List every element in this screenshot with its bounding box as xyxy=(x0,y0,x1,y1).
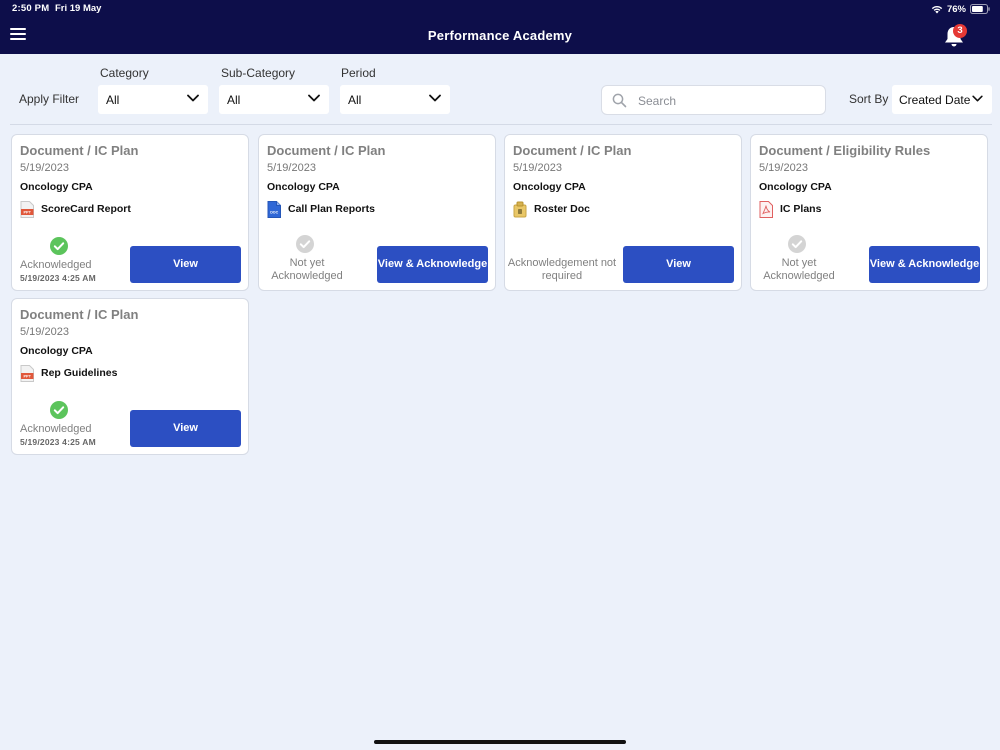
status-indicators: 76% xyxy=(931,2,990,16)
card-title: Document / Eligibility Rules xyxy=(759,143,931,158)
file-name[interactable]: ScoreCard Report xyxy=(41,203,131,215)
status-text: Acknowledged xyxy=(20,259,92,271)
card-date: 5/19/2023 xyxy=(759,162,808,174)
zip-file-icon xyxy=(513,201,527,218)
sub-category-value: All xyxy=(227,93,241,107)
card-product: Oncology CPA xyxy=(20,345,93,357)
doc-file-icon: DOC xyxy=(267,201,281,218)
ppt-file-icon: PPT xyxy=(20,201,34,218)
chevron-down-icon xyxy=(429,94,441,102)
sort-by-select[interactable]: Created Date xyxy=(892,85,992,114)
home-indicator[interactable] xyxy=(374,740,626,744)
svg-text:DOC: DOC xyxy=(270,211,278,215)
check-circle-icon xyxy=(788,235,806,253)
status-time: 2:50 PM xyxy=(12,3,50,14)
category-select[interactable]: All xyxy=(98,85,208,114)
check-circle-icon xyxy=(296,235,314,253)
chevron-down-icon xyxy=(187,94,199,102)
status-text: Acknowledgement not required xyxy=(507,257,617,282)
card-date: 5/19/2023 xyxy=(20,326,69,338)
chevron-down-icon xyxy=(972,95,983,102)
svg-text:PPT: PPT xyxy=(24,375,32,379)
sub-category-label: Sub-Category xyxy=(221,66,296,80)
search-input[interactable] xyxy=(638,91,818,110)
ppt-file-icon: PPT xyxy=(20,365,34,382)
status-text: Acknowledged xyxy=(20,423,92,435)
top-bar: 2:50 PM Fri 19 May 76% Performance Acade… xyxy=(0,0,1000,54)
card-title: Document / IC Plan xyxy=(20,143,139,158)
document-card: Document / IC Plan 5/19/2023 Oncology CP… xyxy=(258,134,496,291)
card-title: Document / IC Plan xyxy=(267,143,386,158)
sort-by-label: Sort By xyxy=(849,92,889,106)
notification-badge: 3 xyxy=(953,24,967,38)
view-button[interactable]: View xyxy=(130,246,241,283)
pdf-file-icon xyxy=(759,201,773,218)
category-value: All xyxy=(106,93,120,107)
battery-icon xyxy=(970,4,990,14)
card-date: 5/19/2023 xyxy=(267,162,316,174)
file-name[interactable]: Roster Doc xyxy=(534,203,590,215)
file-name[interactable]: Rep Guidelines xyxy=(41,367,117,379)
check-circle-icon xyxy=(50,401,68,419)
status-date: Fri 19 May xyxy=(55,3,102,14)
document-card: Document / Eligibility Rules 5/19/2023 O… xyxy=(750,134,988,291)
divider xyxy=(10,124,992,125)
period-select[interactable]: All xyxy=(340,85,450,114)
acknowledged-time: 5/19/2023 4:25 AM xyxy=(20,437,96,447)
view-acknowledge-button[interactable]: View & Acknowledge xyxy=(869,246,980,283)
view-button[interactable]: View xyxy=(130,410,241,447)
sub-category-select[interactable]: All xyxy=(219,85,329,114)
period-value: All xyxy=(348,93,362,107)
document-card: Document / IC Plan 5/19/2023 Oncology CP… xyxy=(11,134,249,291)
check-circle-icon xyxy=(50,237,68,255)
period-label: Period xyxy=(341,66,376,80)
document-card: Document / IC Plan 5/19/2023 Oncology CP… xyxy=(11,298,249,455)
acknowledged-time: 5/19/2023 4:25 AM xyxy=(20,273,96,283)
file-name[interactable]: IC Plans xyxy=(780,203,821,215)
card-title: Document / IC Plan xyxy=(20,307,139,322)
battery-percent: 76% xyxy=(946,3,966,15)
svg-text:PPT: PPT xyxy=(24,211,32,215)
card-date: 5/19/2023 xyxy=(20,162,69,174)
card-product: Oncology CPA xyxy=(513,181,586,193)
search-box[interactable] xyxy=(601,85,826,115)
view-button[interactable]: View xyxy=(623,246,734,283)
chevron-down-icon xyxy=(308,94,320,102)
card-date: 5/19/2023 xyxy=(513,162,562,174)
file-name[interactable]: Call Plan Reports xyxy=(288,203,375,215)
card-product: Oncology CPA xyxy=(267,181,340,193)
search-icon xyxy=(612,93,627,113)
category-label: Category xyxy=(100,66,149,80)
wifi-icon xyxy=(931,5,943,14)
status-text: Not yet Acknowledged xyxy=(271,257,343,282)
card-product: Oncology CPA xyxy=(20,181,93,193)
sort-by-value: Created Date xyxy=(899,93,971,107)
card-title: Document / IC Plan xyxy=(513,143,632,158)
page-title: Performance Academy xyxy=(427,28,573,43)
status-text: Not yet Acknowledged xyxy=(763,257,835,282)
document-card: Document / IC Plan 5/19/2023 Oncology CP… xyxy=(504,134,742,291)
card-product: Oncology CPA xyxy=(759,181,832,193)
view-acknowledge-button[interactable]: View & Acknowledge xyxy=(377,246,488,283)
apply-filter-label: Apply Filter xyxy=(19,92,80,106)
